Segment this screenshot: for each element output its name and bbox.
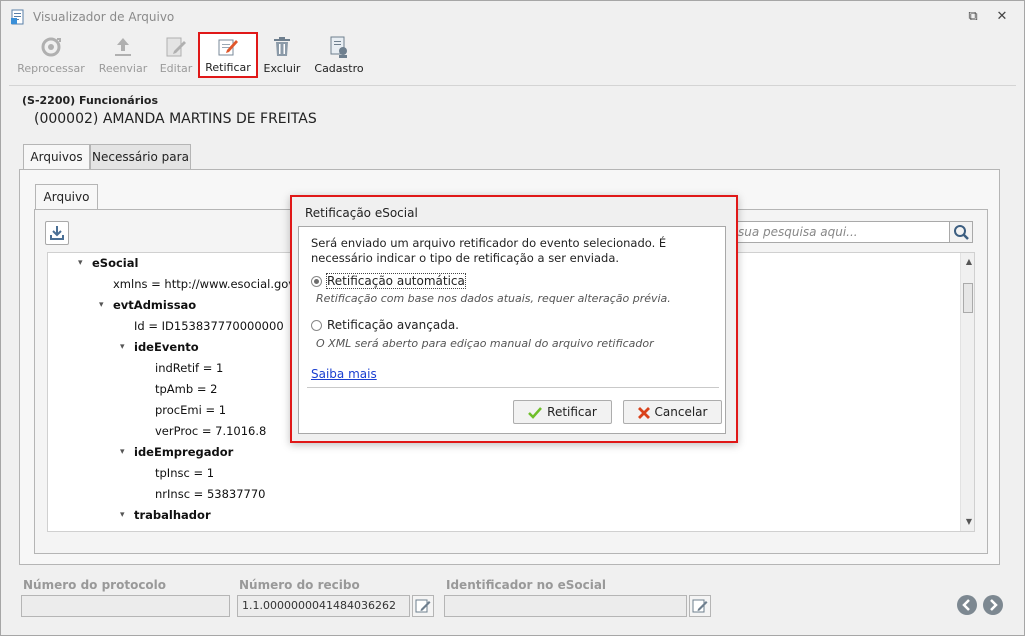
tree-expand-toggle[interactable]: ▾: [120, 505, 130, 525]
close-window-button[interactable]: ✕: [994, 9, 1010, 25]
recibo-edit-button[interactable]: [412, 595, 434, 617]
tree-node[interactable]: nrInsc = 53837770: [155, 484, 266, 504]
edit-icon: [692, 599, 708, 613]
dialog-message: Será enviado um arquivo retificador do e…: [311, 236, 667, 265]
editar-label: Editar: [159, 62, 193, 75]
tree-expand-toggle[interactable]: ▾: [120, 337, 130, 357]
tree-node[interactable]: verProc = 7.1016.8: [155, 421, 266, 441]
excluir-label: Excluir: [263, 62, 301, 75]
recibo-field[interactable]: 1.1.0000000041484036262: [237, 595, 410, 617]
tree-node[interactable]: indRetif = 1: [155, 358, 223, 378]
retificar-label: Retificar: [205, 61, 251, 74]
reprocessar-label: Reprocessar: [17, 62, 85, 75]
file-viewer-window: Visualizador de Arquivo ⧉ ✕ Reprocessar …: [0, 0, 1025, 636]
excluir-button[interactable]: Excluir: [261, 32, 303, 78]
tab-necessario-para[interactable]: Necessário para: [90, 144, 191, 169]
identificador-field[interactable]: [444, 595, 687, 617]
cancel-x-icon: [637, 406, 650, 419]
retificar-confirm-button[interactable]: Retificar: [513, 400, 612, 424]
register-document-icon: [330, 36, 347, 58]
radio-retificacao-automatica[interactable]: [311, 276, 322, 287]
cadastro-button[interactable]: Cadastro: [311, 32, 367, 78]
restore-window-button[interactable]: ⧉: [965, 9, 981, 25]
tree-node[interactable]: xmlns = http://www.esocial.gov.b: [113, 274, 305, 294]
tree-node[interactable]: procEmi = 1: [155, 400, 226, 420]
tree-node[interactable]: trabalhador: [134, 505, 211, 525]
dialog-divider: [307, 387, 719, 388]
retificar-confirm-label: Retificar: [547, 405, 597, 419]
employee-name: (000002) AMANDA MARTINS DE FREITAS: [34, 111, 317, 127]
edit-pencil-icon: [166, 37, 186, 57]
tree-expand-toggle[interactable]: ▾: [120, 442, 130, 462]
protocolo-label: Número do protocolo: [23, 578, 167, 592]
protocolo-field[interactable]: [21, 595, 230, 617]
reprocess-gear-icon: [41, 37, 61, 57]
reprocessar-button[interactable]: Reprocessar: [17, 32, 85, 78]
identificador-label: Identificador no eSocial: [446, 578, 607, 592]
download-icon: [50, 226, 64, 240]
reenviar-label: Reenviar: [98, 62, 148, 75]
dialog-title: Retificação eSocial: [305, 206, 418, 220]
check-icon: [528, 406, 543, 419]
cancelar-label: Cancelar: [654, 405, 708, 419]
edit-icon: [415, 599, 431, 613]
retificacao-avancada-label[interactable]: Retificação avançada.: [327, 318, 459, 332]
search-input[interactable]: sua pesquisa aqui...: [735, 221, 973, 243]
saiba-mais-link[interactable]: Saiba mais: [311, 367, 377, 381]
dialog-body: Será enviado um arquivo retificador do e…: [298, 226, 726, 434]
tree-node[interactable]: ideEmpregador: [134, 442, 233, 462]
export-button[interactable]: [45, 221, 69, 245]
retificacao-dialog: Retificação eSocial Será enviado um arqu…: [290, 195, 738, 443]
retificacao-automatica-description: Retificação com base nos dados atuais, r…: [316, 292, 671, 305]
identificador-edit-button[interactable]: [689, 595, 711, 617]
tree-node[interactable]: tpAmb = 2: [155, 379, 217, 399]
trash-icon: [274, 37, 290, 56]
retificacao-automatica-label[interactable]: Retificação automática: [326, 273, 466, 289]
arrow-left-icon: [962, 599, 970, 611]
reenviar-button[interactable]: Reenviar: [95, 32, 151, 78]
rectify-edit-icon: [218, 39, 238, 56]
search-button[interactable]: [949, 221, 973, 243]
document-viewer-icon: [11, 9, 24, 25]
next-button[interactable]: [983, 595, 1003, 615]
tree-node[interactable]: tpInsc = 1: [155, 463, 214, 483]
retificar-button[interactable]: Retificar: [198, 32, 258, 78]
toolbar-divider: [9, 85, 1016, 86]
tree-scrollbar[interactable]: ▲ ▼: [960, 253, 974, 531]
radio-retificacao-avancada[interactable]: [311, 320, 322, 331]
tree-node[interactable]: eSocial: [92, 253, 138, 273]
scroll-down-icon[interactable]: ▼: [964, 517, 974, 527]
tree-expand-toggle[interactable]: ▾: [78, 253, 88, 273]
cadastro-label: Cadastro: [314, 62, 364, 75]
tab-arquivos[interactable]: Arquivos: [23, 144, 90, 170]
cancelar-button[interactable]: Cancelar: [623, 400, 722, 424]
tree-expand-toggle[interactable]: ▾: [99, 295, 109, 315]
previous-button[interactable]: [957, 595, 977, 615]
upload-icon: [115, 38, 131, 56]
event-code: (S-2200) Funcionários: [22, 94, 159, 107]
retificacao-avancada-description: O XML será aberto para ediçao manual do …: [316, 337, 654, 350]
window-title: Visualizador de Arquivo: [33, 10, 175, 24]
search-icon: [954, 225, 969, 240]
tab-arquivo[interactable]: Arquivo: [35, 184, 98, 210]
recibo-label: Número do recibo: [239, 578, 360, 592]
scroll-up-icon[interactable]: ▲: [964, 257, 974, 267]
arrow-right-icon: [990, 599, 998, 611]
title-bar: Visualizador de Arquivo ⧉ ✕: [1, 1, 1024, 32]
tree-node[interactable]: ideEvento: [134, 337, 199, 357]
tree-node[interactable]: Id = ID153837770000000: [134, 316, 284, 336]
scrollbar-thumb[interactable]: [963, 283, 973, 313]
footer-fields: Número do protocolo Número do recibo 1.1…: [1, 573, 1024, 633]
tree-node[interactable]: evtAdmissao: [113, 295, 196, 315]
editar-button[interactable]: Editar: [157, 32, 195, 78]
